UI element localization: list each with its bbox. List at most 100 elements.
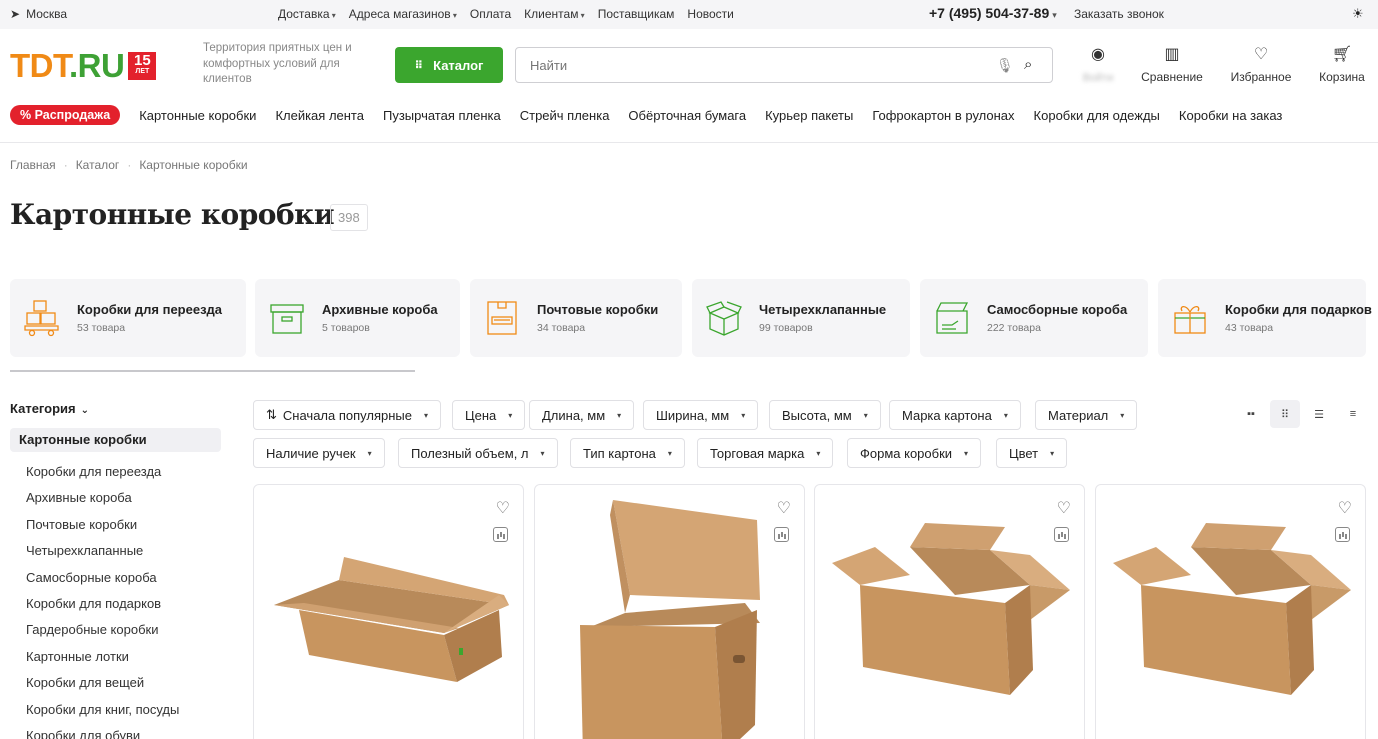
filter-volume[interactable]: Полезный объем, л ▾ xyxy=(398,438,558,468)
top-nav-news[interactable]: Новости xyxy=(687,7,733,21)
tiles-scrollbar[interactable] xyxy=(10,370,415,372)
tagline: Территория приятных цен и комфортных усл… xyxy=(203,42,352,85)
tile-count: 5 товаров xyxy=(322,322,370,334)
catnav-item[interactable]: Гофрокартон в рулонах xyxy=(872,108,1014,123)
heart-icon[interactable]: ♡ xyxy=(1057,498,1071,518)
account-label: Войти xyxy=(1082,72,1114,84)
account-button[interactable]: ◉ Войти xyxy=(1078,45,1118,84)
tile-count: 99 товаров xyxy=(759,322,813,334)
tile-mail-boxes[interactable]: Почтовые коробки 34 товара xyxy=(470,279,682,357)
tile-count: 43 товара xyxy=(1225,322,1274,334)
sale-link[interactable]: % Распродажа xyxy=(10,105,121,125)
filter-length[interactable]: Длина, мм ▾ xyxy=(529,400,635,430)
tile-count: 222 товара xyxy=(987,322,1041,334)
filter-price[interactable]: Цена ▾ xyxy=(452,400,526,430)
heart-icon[interactable]: ♡ xyxy=(496,498,510,518)
sidebar-item[interactable]: Четырехклапанные xyxy=(26,543,179,569)
compact-list-view-icon[interactable]: ≡ xyxy=(1338,400,1368,428)
sort-dropdown[interactable]: ⇅ Сначала популярные ▾ xyxy=(253,400,441,430)
heart-icon[interactable]: ♡ xyxy=(1338,498,1352,518)
filter-handles[interactable]: Наличие ручек ▾ xyxy=(253,438,385,468)
tile-gift-boxes[interactable]: Коробки для подарков 43 товара xyxy=(1158,279,1372,357)
product-image xyxy=(580,500,760,739)
logo-badge: 15 ЛЕТ xyxy=(128,51,157,80)
archive-box-icon xyxy=(270,304,304,334)
sidebar-item[interactable]: Коробки для подарков xyxy=(26,596,179,622)
top-nav-suppliers[interactable]: Поставщикам xyxy=(598,7,675,21)
microphone-icon[interactable]: 🎙 xyxy=(996,57,1014,74)
sidebar-item[interactable]: Коробки для переезда xyxy=(26,464,179,490)
top-nav-clients[interactable]: Клиентам xyxy=(524,7,585,21)
sort-label: Сначала популярные xyxy=(282,407,412,423)
filter-color[interactable]: Цвет ▾ xyxy=(996,438,1068,468)
catnav-item[interactable]: Коробки на заказ xyxy=(1179,108,1283,123)
search-icon[interactable]: ⌕ xyxy=(1024,56,1032,73)
tile-self-assembly-boxes[interactable]: Самосборные короба 222 товара xyxy=(920,279,1148,357)
tile-four-flap-boxes[interactable]: Четырехклапанные 99 товаров xyxy=(692,279,910,357)
tile-moving-boxes[interactable]: Коробки для переезда 53 товара xyxy=(10,279,246,357)
filter-brand[interactable]: Торговая марка ▾ xyxy=(697,438,834,468)
filter-height[interactable]: Высота, мм ▾ xyxy=(769,400,881,430)
theme-toggle-icon[interactable]: ☀ xyxy=(1352,6,1364,22)
grid-view-icon[interactable]: ⠿ xyxy=(1270,400,1300,428)
filter-cardboard-grade[interactable]: Марка картона ▾ xyxy=(889,400,1021,430)
large-grid-view-icon[interactable]: ▪▪ xyxy=(1236,400,1266,428)
top-bar: ➤ Москва Доставка Адреса магазинов Оплат… xyxy=(0,0,1378,29)
phone-text: +7 (495) 504-37-89 xyxy=(929,5,1050,21)
tile-archive-boxes[interactable]: Архивные короба 5 товаров xyxy=(255,279,460,357)
sidebar-item[interactable]: Коробки для вещей xyxy=(26,675,179,701)
sidebar-item[interactable]: Коробки для обуви xyxy=(26,728,179,739)
catnav-item[interactable]: Клейкая лента xyxy=(275,108,364,123)
sidebar-item[interactable]: Почтовые коробки xyxy=(26,517,179,543)
phone-number[interactable]: +7 (495) 504-37-89 ▾ xyxy=(929,5,1057,21)
compare-icon[interactable] xyxy=(1054,527,1069,542)
sidebar-item[interactable]: Самосборные короба xyxy=(26,570,179,596)
catnav-item[interactable]: Картонные коробки xyxy=(139,108,256,123)
catalog-button[interactable]: ⠿ Каталог xyxy=(395,47,503,83)
breadcrumb-home[interactable]: Главная xyxy=(10,158,56,172)
product-card[interactable]: ♡ xyxy=(534,484,805,739)
tile-count: 34 товара xyxy=(537,322,586,334)
heart-icon[interactable]: ♡ xyxy=(777,498,791,518)
catnav-item[interactable]: Стрейч пленка xyxy=(520,108,610,123)
sidebar-item-active[interactable]: Картонные коробки xyxy=(10,428,221,452)
product-card[interactable]: ♡ xyxy=(814,484,1085,739)
catnav-item[interactable]: Обёрточная бумага xyxy=(628,108,746,123)
four-flap-box-icon xyxy=(706,301,742,336)
filter-label: Тип картона xyxy=(583,445,656,461)
filter-cardboard-type[interactable]: Тип картона ▾ xyxy=(570,438,685,468)
sidebar-item[interactable]: Архивные короба xyxy=(26,490,179,516)
product-card[interactable]: ♡ xyxy=(1095,484,1366,739)
cart-button[interactable]: 🛒︎ Корзина xyxy=(1314,45,1370,84)
compare-icon[interactable] xyxy=(493,527,508,542)
list-view-icon[interactable]: ☰ xyxy=(1304,400,1334,428)
filter-box-shape[interactable]: Форма коробки ▾ xyxy=(847,438,982,468)
top-nav-stores[interactable]: Адреса магазинов xyxy=(349,7,457,21)
compare-icon[interactable] xyxy=(1335,527,1350,542)
catnav-item[interactable]: Коробки для одежды xyxy=(1034,108,1160,123)
city-selector[interactable]: ➤ Москва xyxy=(10,7,67,21)
breadcrumb-catalog[interactable]: Каталог xyxy=(76,158,120,172)
search-input[interactable] xyxy=(516,48,976,82)
product-card[interactable]: ♡ xyxy=(253,484,524,739)
compare-icon[interactable] xyxy=(774,527,789,542)
compare-button[interactable]: ▥ Сравнение xyxy=(1138,45,1206,84)
chevron-down-icon: ▾ xyxy=(863,410,868,420)
category-filter-title[interactable]: Категория ⌄ xyxy=(10,401,89,416)
catnav-item[interactable]: Курьер пакеты xyxy=(765,108,853,123)
callback-link[interactable]: Заказать звонок xyxy=(1074,7,1164,21)
chevron-down-icon: ▾ xyxy=(741,410,746,420)
sidebar-item[interactable]: Коробки для книг, посуды xyxy=(26,702,179,728)
filter-material[interactable]: Материал ▾ xyxy=(1035,400,1138,430)
top-nav-payment[interactable]: Оплата xyxy=(470,7,511,21)
logo-text: TDT.RU xyxy=(10,47,125,84)
compare-label: Сравнение xyxy=(1141,70,1203,84)
tile-count: 53 товара xyxy=(77,322,126,334)
sidebar-item[interactable]: Картонные лотки xyxy=(26,649,179,675)
logo[interactable]: TDT.RU 15 ЛЕТ xyxy=(10,47,157,84)
favorites-button[interactable]: ♡ Избранное xyxy=(1227,45,1295,84)
filter-width[interactable]: Ширина, мм ▾ xyxy=(643,400,759,430)
catnav-item[interactable]: Пузырчатая пленка xyxy=(383,108,501,123)
sidebar-item[interactable]: Гардеробные коробки xyxy=(26,622,179,648)
top-nav-delivery[interactable]: Доставка xyxy=(278,7,336,21)
